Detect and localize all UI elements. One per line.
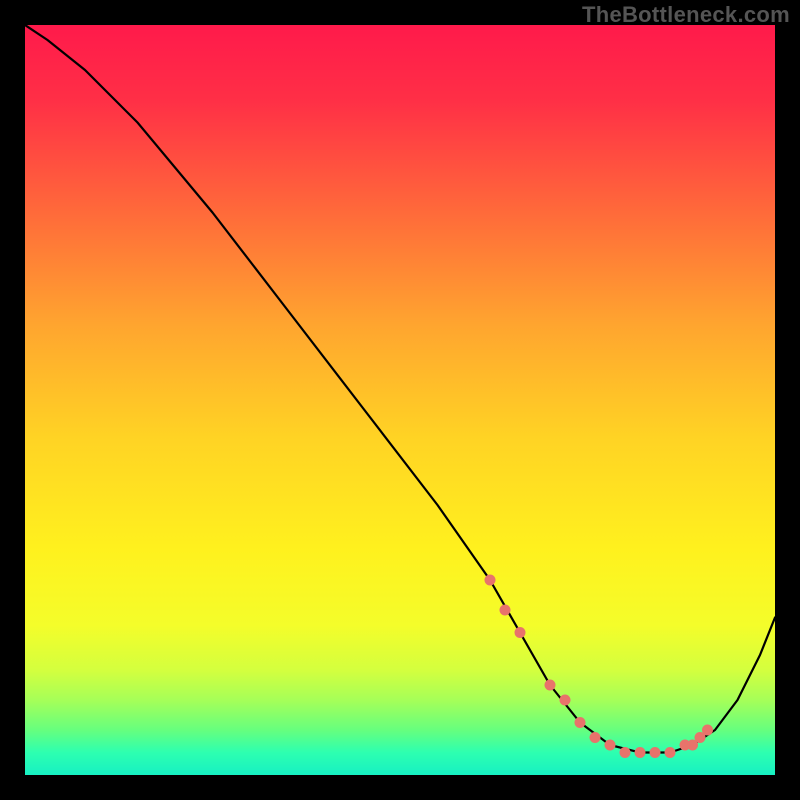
dot [485, 575, 496, 586]
dot [575, 717, 586, 728]
gradient-background [25, 25, 775, 775]
plot-area [25, 25, 775, 775]
dot [605, 740, 616, 751]
chart-svg [25, 25, 775, 775]
dot [545, 680, 556, 691]
dot [702, 725, 713, 736]
dot [650, 747, 661, 758]
chart-frame: TheBottleneck.com [0, 0, 800, 800]
dot [635, 747, 646, 758]
dot [590, 732, 601, 743]
dot [500, 605, 511, 616]
dot [515, 627, 526, 638]
dot [620, 747, 631, 758]
dot [560, 695, 571, 706]
dot [665, 747, 676, 758]
